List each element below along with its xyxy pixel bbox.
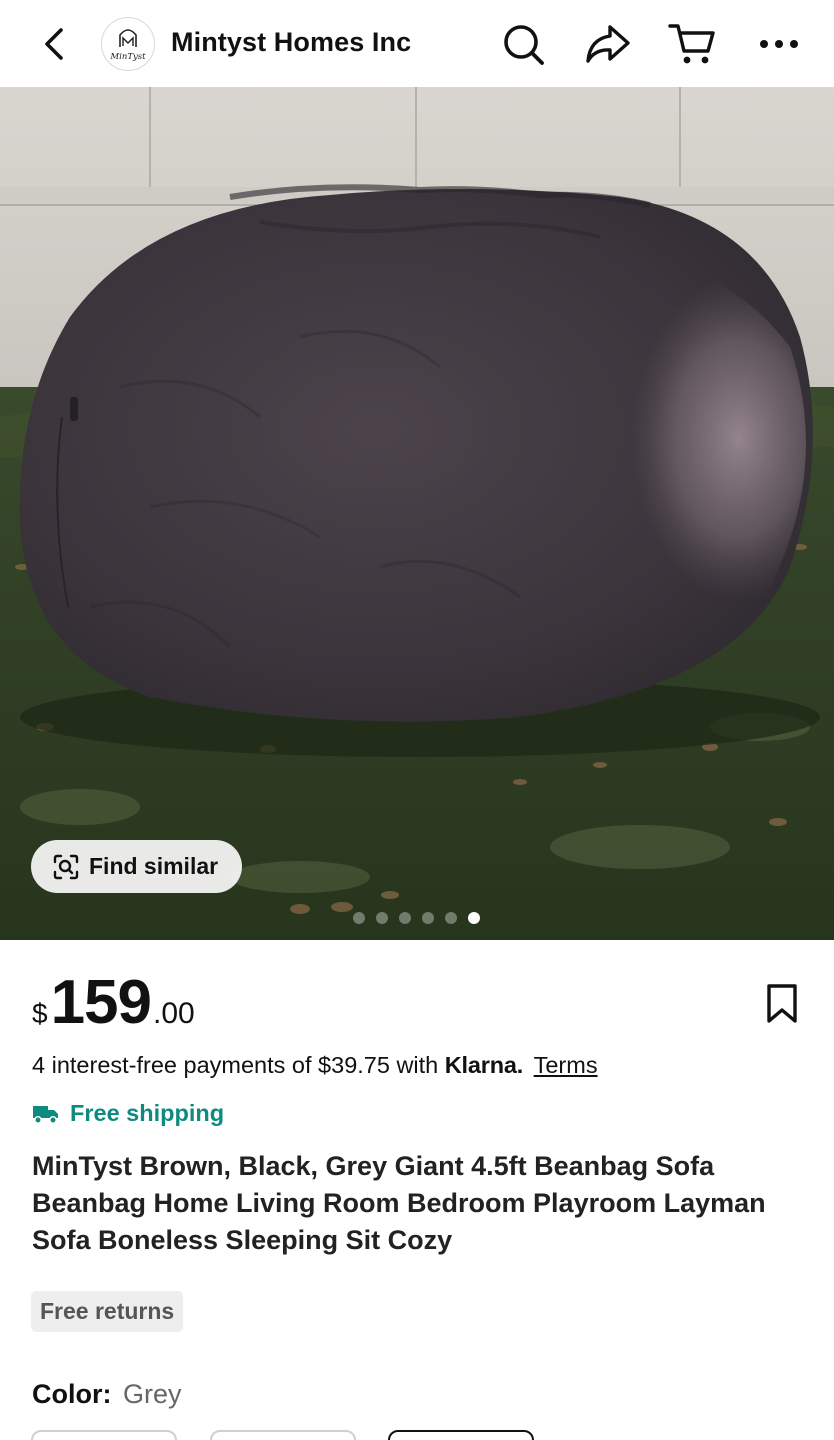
- klarna-terms-link[interactable]: Terms: [534, 1052, 598, 1078]
- pagination-dot: [376, 912, 388, 924]
- store-name[interactable]: Mintyst Homes Inc: [171, 27, 411, 58]
- free-shipping-label: Free shipping: [70, 1100, 225, 1126]
- product-photo: [0, 87, 834, 940]
- pagination-dot: [422, 912, 434, 924]
- bookmark-icon: [767, 984, 797, 1023]
- share-icon: [586, 25, 630, 63]
- klarna-text: 4 interest-free payments of $39.75 with: [32, 1052, 439, 1078]
- search-button[interactable]: [497, 18, 549, 70]
- more-icon: [760, 40, 798, 48]
- price-cents: .00: [153, 997, 195, 1030]
- store-logo[interactable]: MinTyst: [101, 17, 155, 71]
- find-similar-button[interactable]: Find similar: [31, 840, 242, 893]
- more-options-button[interactable]: [753, 18, 805, 70]
- free-returns-badge: Free returns: [31, 1291, 184, 1332]
- klarna-logo: Klarna.: [444, 1052, 524, 1078]
- store-logo-mark: MinTyst: [109, 29, 146, 62]
- logo-text: MinTyst: [109, 52, 146, 62]
- color-option[interactable]: [31, 1430, 177, 1440]
- search-icon: [504, 25, 544, 65]
- product-title: MinTyst Brown, Black, Grey Giant 4.5ft B…: [32, 1151, 766, 1255]
- back-button[interactable]: [30, 20, 78, 68]
- color-value: Grey: [123, 1379, 182, 1409]
- shipping-info: Free shipping: [32, 1100, 224, 1127]
- product-image-gallery[interactable]: Find similar: [0, 87, 834, 940]
- truck-icon: [33, 1105, 58, 1124]
- pagination-dot: [445, 912, 457, 924]
- cart-button[interactable]: [666, 18, 718, 70]
- find-similar-label: Find similar: [89, 853, 219, 879]
- pagination-dot: [353, 912, 365, 924]
- share-button[interactable]: [582, 18, 634, 70]
- save-button[interactable]: [760, 980, 804, 1028]
- gallery-pagination: [353, 912, 480, 924]
- free-returns-label: Free returns: [40, 1298, 175, 1324]
- price-amount: 159: [50, 968, 152, 1037]
- cart-icon: [668, 24, 715, 64]
- color-option[interactable]: [210, 1430, 356, 1440]
- color-selector-label: Color: Grey: [32, 1379, 182, 1410]
- back-arrow-icon: [45, 28, 63, 60]
- price: $ 159 .00: [32, 972, 195, 1034]
- pagination-dot-active: [468, 912, 480, 924]
- pagination-dot: [399, 912, 411, 924]
- color-option-selected[interactable]: [388, 1430, 534, 1440]
- color-key: Color:: [32, 1379, 112, 1409]
- scan-icon: [53, 854, 79, 879]
- top-bar: MinTyst Mintyst Homes Inc: [0, 0, 834, 87]
- klarna-installments: 4 interest-free payments of $39.75 with …: [32, 1052, 598, 1079]
- price-currency: $: [32, 998, 48, 1029]
